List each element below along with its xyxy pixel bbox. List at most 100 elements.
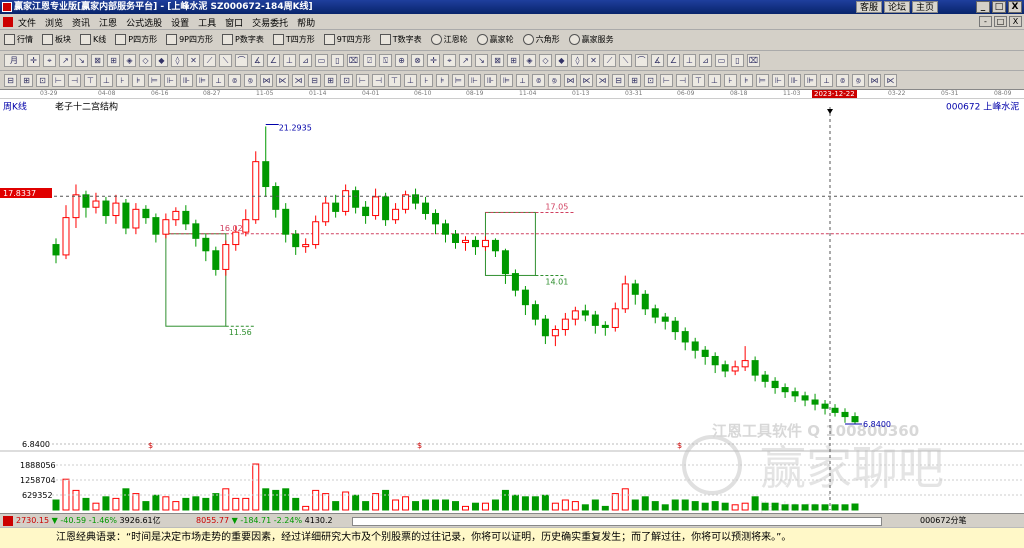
analysis-tool-button[interactable]: ⊟ — [612, 74, 625, 87]
analysis-tool-button[interactable]: ⊢ — [660, 74, 673, 87]
analysis-tool-button[interactable]: ⊢ — [52, 74, 65, 87]
analysis-tool-button[interactable]: ⋉ — [276, 74, 289, 87]
child-restore-button[interactable]: □ — [994, 16, 1007, 27]
drawing-tool-button[interactable]: ◈ — [523, 54, 536, 67]
menu-formula[interactable]: 公式选股 — [126, 16, 162, 29]
drawing-tool-button[interactable]: ✕ — [187, 54, 200, 67]
analysis-tool-button[interactable]: ⟄ — [244, 74, 257, 87]
tool-9t-square[interactable]: 9T四方形 — [323, 34, 371, 45]
analysis-tool-button[interactable]: ⊞ — [628, 74, 641, 87]
analysis-tool-button[interactable]: ⟂ — [820, 74, 833, 87]
drawing-tool-button[interactable]: ✛ — [27, 54, 40, 67]
menu-gann[interactable]: 江恩 — [99, 16, 117, 29]
tool-gann-wheel[interactable]: 江恩轮 — [430, 34, 468, 45]
drawing-tool-button[interactable]: ⟋ — [603, 54, 616, 67]
analysis-tool-button[interactable]: ⊞ — [324, 74, 337, 87]
tool-winner-wheel[interactable]: 赢家轮 — [476, 34, 514, 45]
menu-settings[interactable]: 设置 — [171, 16, 189, 29]
child-close-button[interactable]: X — [1009, 16, 1022, 27]
service-link[interactable]: 客服 — [855, 1, 882, 13]
tool-t-square[interactable]: T四方形 — [272, 34, 315, 45]
tool-t-table[interactable]: T数字表 — [379, 34, 422, 45]
horizontal-scrollbar[interactable] — [352, 517, 882, 526]
analysis-tool-button[interactable]: ⟄ — [852, 74, 865, 87]
menu-help[interactable]: 帮助 — [297, 16, 315, 29]
analysis-tool-button[interactable]: ⊩ — [772, 74, 785, 87]
drawing-tool-button[interactable]: ∠ — [267, 54, 280, 67]
drawing-tool-button[interactable]: ✕ — [587, 54, 600, 67]
drawing-tool-button[interactable]: ⊥ — [683, 54, 696, 67]
tick-data-label[interactable]: 000672分笔 — [920, 514, 967, 527]
analysis-tool-button[interactable]: ⊤ — [692, 74, 705, 87]
analysis-tool-button[interactable]: ⊢ — [356, 74, 369, 87]
analysis-tool-button[interactable]: ⊡ — [644, 74, 657, 87]
forum-link[interactable]: 论坛 — [883, 1, 910, 13]
analysis-tool-button[interactable]: ⋈ — [868, 74, 881, 87]
drawing-tool-button[interactable]: ▭ — [715, 54, 728, 67]
analysis-tool-button[interactable]: ⊨ — [148, 74, 161, 87]
menu-browse[interactable]: 浏览 — [45, 16, 63, 29]
close-button[interactable]: X — [1008, 1, 1022, 13]
minimize-button[interactable]: _ — [976, 1, 990, 13]
analysis-tool-button[interactable]: ⊦ — [724, 74, 737, 87]
analysis-tool-button[interactable]: ⊟ — [4, 74, 17, 87]
analysis-tool-button[interactable]: ⊥ — [404, 74, 417, 87]
drawing-tool-button[interactable]: ⊿ — [699, 54, 712, 67]
drawing-tool-button[interactable]: ↗ — [59, 54, 72, 67]
analysis-tool-button[interactable]: ⊩ — [468, 74, 481, 87]
analysis-tool-button[interactable]: ⊩ — [164, 74, 177, 87]
drawing-tool-button[interactable]: ⊕ — [395, 54, 408, 67]
tool-p-table[interactable]: P数字表 — [222, 34, 264, 45]
analysis-tool-button[interactable]: ⊥ — [100, 74, 113, 87]
tool-sectors[interactable]: 板块 — [42, 34, 71, 45]
analysis-tool-button[interactable]: ⊣ — [68, 74, 81, 87]
analysis-tool-button[interactable]: ⟄ — [548, 74, 561, 87]
analysis-tool-button[interactable]: ⋊ — [292, 74, 305, 87]
kline-chart[interactable]: 赢家聊吧 jiaoba.cc 江恩工具软件 Q 100800360 周K线 老子… — [0, 99, 1024, 513]
analysis-tool-button[interactable]: ⊤ — [388, 74, 401, 87]
analysis-tool-button[interactable]: ⊞ — [20, 74, 33, 87]
tool-hexagon[interactable]: 六角形 — [522, 34, 560, 45]
menu-trade[interactable]: 交易委托 — [252, 16, 288, 29]
analysis-tool-button[interactable]: ⊫ — [500, 74, 513, 87]
analysis-tool-button[interactable]: ⊣ — [676, 74, 689, 87]
drawing-tool-button[interactable]: ▯ — [731, 54, 744, 67]
drawing-tool-button[interactable]: ⊿ — [299, 54, 312, 67]
drawing-tool-button[interactable]: ↘ — [75, 54, 88, 67]
drawing-tool-button[interactable]: ⌖ — [443, 54, 456, 67]
drawing-tool-button[interactable]: ↘ — [475, 54, 488, 67]
tool-p-square[interactable]: P四方形 — [115, 34, 157, 45]
drawing-tool-button[interactable]: ◇ — [539, 54, 552, 67]
analysis-tool-button[interactable]: ⋉ — [884, 74, 897, 87]
drawing-tool-button[interactable]: ∡ — [251, 54, 264, 67]
drawing-tool-button[interactable]: ⌖ — [43, 54, 56, 67]
drawing-tool-button[interactable]: ◆ — [555, 54, 568, 67]
analysis-tool-button[interactable]: ⊧ — [436, 74, 449, 87]
analysis-tool-button[interactable]: ⊪ — [484, 74, 497, 87]
analysis-tool-button[interactable]: ⊨ — [452, 74, 465, 87]
analysis-tool-button[interactable]: ⊦ — [116, 74, 129, 87]
analysis-tool-button[interactable]: ⊨ — [756, 74, 769, 87]
analysis-tool-button[interactable]: ⟃ — [228, 74, 241, 87]
drawing-tool-button[interactable]: ⊠ — [491, 54, 504, 67]
drawing-tool-button[interactable]: ⌧ — [347, 54, 360, 67]
home-link[interactable]: 主页 — [911, 1, 938, 13]
analysis-tool-button[interactable]: ⊧ — [740, 74, 753, 87]
drawing-tool-button[interactable]: ◇ — [139, 54, 152, 67]
drawing-tool-button[interactable]: ∠ — [667, 54, 680, 67]
tool-kline[interactable]: K线 — [80, 34, 106, 45]
drawing-tool-button[interactable]: ⊥ — [283, 54, 296, 67]
menu-window[interactable]: 窗口 — [225, 16, 243, 29]
analysis-tool-button[interactable]: ⊪ — [788, 74, 801, 87]
drawing-tool-button[interactable]: ⊞ — [507, 54, 520, 67]
analysis-tool-button[interactable]: ⊥ — [708, 74, 721, 87]
analysis-tool-button[interactable]: ⟃ — [836, 74, 849, 87]
drawing-tool-button[interactable]: ⊗ — [411, 54, 424, 67]
child-minimize-button[interactable]: - — [979, 16, 992, 27]
analysis-tool-button[interactable]: ⟃ — [532, 74, 545, 87]
analysis-tool-button[interactable]: ⊧ — [132, 74, 145, 87]
analysis-tool-button[interactable]: ⊫ — [804, 74, 817, 87]
drawing-tool-button[interactable]: ⊠ — [91, 54, 104, 67]
drawing-tool-button[interactable]: ↗ — [459, 54, 472, 67]
drawing-tool-button[interactable]: ▯ — [331, 54, 344, 67]
